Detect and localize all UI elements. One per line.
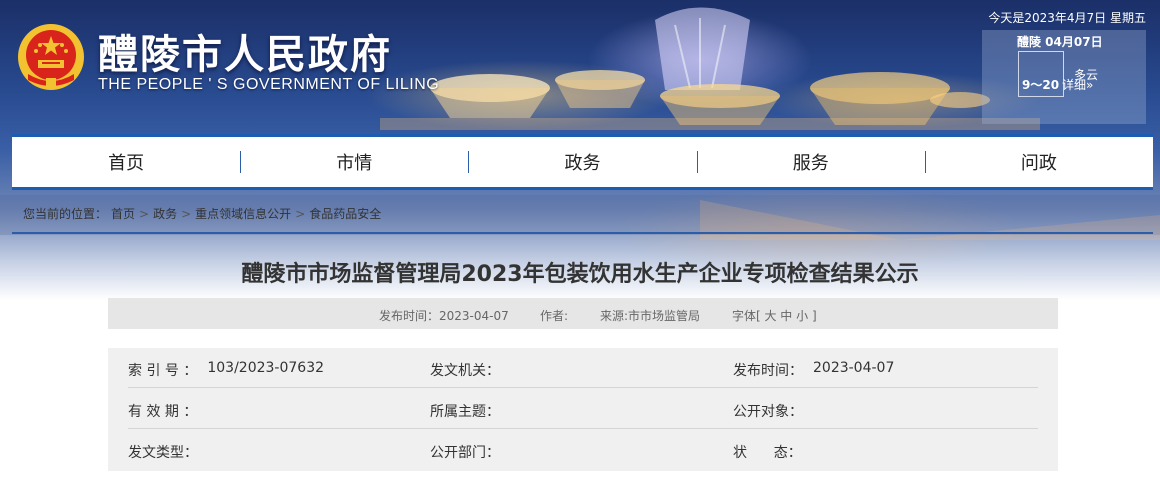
info-document-type: 发文类型： (128, 442, 208, 462)
font-size-selector[interactable]: 字体[ 大 中 小 ] (732, 307, 817, 324)
info-label: 发布时间： (733, 363, 803, 379)
weather-detail-link[interactable]: 详细» (1062, 76, 1093, 93)
author: 作者: (540, 309, 569, 323)
weather-widget[interactable]: 醴陵 04月07日 9～20 多云 详细» (982, 30, 1146, 124)
info-validity: 有 效 期 ： (128, 401, 207, 421)
info-value: 2023-04-07 (813, 360, 895, 376)
breadcrumb-item-home[interactable]: 首页 (111, 205, 135, 222)
info-label: 发文机关： (430, 363, 500, 379)
info-label: 发文类型： (128, 445, 198, 461)
info-audience: 公开对象： (733, 401, 813, 421)
breadcrumb-item-food-drug-safety[interactable]: 食品药品安全 (309, 205, 381, 222)
nav-item-home[interactable]: 首页 (12, 149, 240, 175)
publish-time: 发布时间：2023-04-07 (379, 309, 509, 323)
info-label: 公开部门： (430, 445, 500, 461)
breadcrumb-item-key-disclosure[interactable]: 重点领域信息公开 (195, 205, 291, 222)
info-label: 索 引 号 ： (128, 363, 198, 379)
site-title: 醴陵市人民政府 (98, 31, 392, 78)
nav-item-services[interactable]: 服务 (696, 149, 925, 175)
breadcrumb-separator: > (181, 206, 192, 221)
national-emblem-icon (18, 24, 84, 90)
breadcrumb-separator: > (295, 206, 306, 221)
info-value: 103/2023-07632 (207, 360, 325, 376)
info-label: 有 效 期 ： (128, 404, 198, 420)
site-subtitle: THE PEOPLE ' S GOVERNMENT OF LILING (98, 76, 440, 93)
info-status: 状 态： (733, 442, 812, 462)
breadcrumb-separator: > (139, 206, 150, 221)
info-issuing-authority: 发文机关： (430, 360, 510, 380)
info-row: 有 效 期 ： 所属主题： 公开对象： (128, 389, 1038, 429)
article-meta-bar: 发布时间：2023-04-07 作者: 来源:市市场监管局 字体[ 大 中 小 … (108, 298, 1058, 329)
nav-item-inquiry[interactable]: 问政 (924, 149, 1153, 175)
nav-item-government-affairs[interactable]: 政务 (468, 149, 696, 175)
main-nav: 首页 市情 政务 服务 问政 (12, 134, 1153, 190)
info-label: 所属主题： (430, 404, 500, 420)
nav-item-city-info[interactable]: 市情 (240, 149, 468, 175)
document-info-table: 索 引 号 ： 103/2023-07632 发文机关： 发布时间： 2023-… (108, 348, 1058, 471)
info-topic: 所属主题： (430, 401, 510, 421)
breadcrumb-prefix: 您当前的位置： (23, 207, 108, 221)
source: 来源:市市场监管局 (600, 309, 701, 323)
article-title: 醴陵市市场监督管理局2023年包装饮用水生产企业专项检查结果公示 (241, 262, 919, 287)
info-label: 状 态： (733, 445, 802, 461)
breadcrumb-divider (12, 232, 1153, 234)
info-row: 发文类型： 公开部门： 状 态： (128, 430, 1038, 470)
breadcrumb-item-affairs[interactable]: 政务 (153, 205, 177, 222)
current-date: 今天是2023年4月7日 星期五 (988, 11, 1146, 25)
info-index-number: 索 引 号 ： 103/2023-07632 (128, 360, 324, 380)
info-row: 索 引 号 ： 103/2023-07632 发文机关： 发布时间： 2023-… (128, 348, 1038, 388)
weather-temperature: 9～20 (1022, 78, 1060, 92)
info-label: 公开对象： (733, 404, 803, 420)
info-publish-time: 发布时间： 2023-04-07 (733, 360, 894, 380)
info-department: 公开部门： (430, 442, 510, 462)
weather-city-date: 醴陵 04月07日 (1017, 35, 1103, 49)
breadcrumb: 您当前的位置： 首页 > 政务 > 重点领域信息公开 > 食品药品安全 (23, 205, 381, 222)
